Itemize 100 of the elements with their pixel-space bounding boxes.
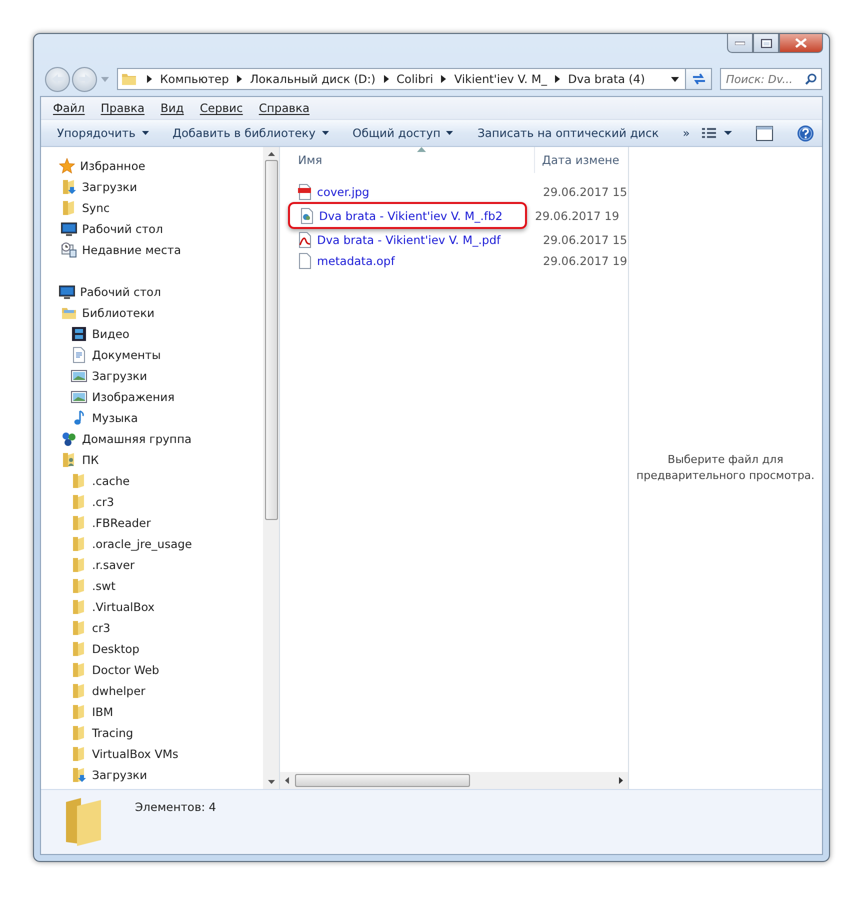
film-icon <box>71 326 87 342</box>
right-arrow-icon[interactable] <box>619 777 623 784</box>
navigation-item[interactable]: Desktop <box>92 642 140 656</box>
sort-arrow-icon <box>417 147 426 152</box>
picture-icon <box>71 368 87 384</box>
chevron-icon[interactable] <box>147 75 152 83</box>
navigation-item[interactable]: ПК <box>82 452 99 466</box>
right-arrow-icon <box>78 73 92 85</box>
file-item[interactable]: cover.jpg <box>280 181 535 202</box>
menu-item[interactable]: Вид <box>152 101 192 115</box>
caret-icon <box>446 131 454 135</box>
search-icon[interactable] <box>805 73 817 85</box>
minimize-button[interactable] <box>727 34 753 53</box>
navigation-item[interactable]: .cr3 <box>92 494 114 508</box>
navigation-item[interactable]: Tracing <box>92 726 134 740</box>
date-cell-text: 29.06.2017 15 <box>542 232 628 246</box>
folder-icon <box>63 796 103 846</box>
chevron-icon[interactable] <box>236 75 242 83</box>
down-arrow-icon[interactable] <box>268 780 274 784</box>
toolbar-button[interactable]: Добавить в библиотеку <box>160 122 341 144</box>
navigation-item[interactable]: cr3 <box>92 620 110 634</box>
more-button[interactable]: » <box>670 122 702 144</box>
maximize-icon <box>760 38 772 48</box>
navigation-item[interactable]: .oracle_jre_usage <box>92 536 192 550</box>
caret-icon[interactable] <box>671 76 679 82</box>
folder-icon <box>71 682 87 698</box>
navigation-item[interactable]: Документы <box>92 348 161 362</box>
navigation-item[interactable]: .cache <box>92 474 130 488</box>
navigation-item[interactable]: Doctor Web <box>92 662 160 676</box>
up-arrow-icon[interactable] <box>268 152 274 156</box>
scrollbar[interactable] <box>263 147 279 789</box>
preview-pane-icon[interactable] <box>756 126 773 140</box>
toolbar-button[interactable]: Записать на оптический диск <box>465 122 671 144</box>
view-icon[interactable] <box>702 128 732 138</box>
navigation-item[interactable]: VirtualBox VMs <box>92 746 178 760</box>
menu-item[interactable]: Справка <box>250 101 318 115</box>
chevron-icon[interactable] <box>555 75 560 83</box>
column-header[interactable]: Дата измене <box>535 153 620 167</box>
breadcrumb[interactable]: Локальный диск (D:) <box>250 72 376 86</box>
navigation-item[interactable]: .FBReader <box>92 516 151 530</box>
file-name[interactable]: cover.jpg <box>317 184 370 198</box>
address-field[interactable]: Компьютер Локальный диск (D:) Colibri Vikient'iev V. M_ Dva brata (4) <box>117 68 686 90</box>
folder-icon <box>71 556 87 572</box>
scrollbar[interactable] <box>280 772 628 789</box>
document-icon <box>71 346 87 362</box>
chevron-icon[interactable] <box>441 75 446 83</box>
folder-icon <box>71 746 87 762</box>
file-item[interactable]: Dva brata - Vikient'iev V. M_.pdf <box>280 229 535 250</box>
navigation-item[interactable]: Видео <box>92 326 130 340</box>
navigation-item[interactable]: Sync <box>82 200 110 214</box>
navigation-item[interactable]: Изображения <box>92 390 175 404</box>
search-field[interactable]: Поиск: Dv... <box>720 68 822 90</box>
navigation-item[interactable]: Избранное <box>80 158 146 172</box>
close-button[interactable] <box>779 34 823 53</box>
maximize-button[interactable] <box>753 34 779 53</box>
breadcrumb[interactable]: Dva brata (4) <box>568 72 645 86</box>
menu-item[interactable]: Правка <box>92 101 153 115</box>
navigation-item[interactable]: Библиотеки <box>82 306 155 320</box>
navigation-item[interactable]: Музыка <box>92 410 138 424</box>
breadcrumb[interactable]: Компьютер <box>160 72 229 86</box>
navigation-item[interactable]: Домашняя группа <box>82 432 192 446</box>
navigation-item[interactable]: Загрузки <box>92 368 148 382</box>
file-name[interactable]: metadata.opf <box>317 254 395 268</box>
chevron-icon[interactable] <box>384 75 389 83</box>
navigation-item[interactable]: .r.saver <box>92 558 135 572</box>
navigation-item[interactable]: Недавние места <box>82 242 182 256</box>
navigation-item[interactable]: Рабочий стол <box>82 222 163 236</box>
left-arrow-icon <box>50 73 64 85</box>
refresh-button[interactable] <box>686 68 712 90</box>
folder-icon <box>71 494 87 510</box>
left-arrow-icon[interactable] <box>285 777 289 784</box>
pdf-file-icon <box>298 232 312 248</box>
breadcrumb[interactable]: Vikient'iev V. M_ <box>454 72 548 86</box>
user-folder-icon <box>61 452 77 468</box>
file-item[interactable]: metadata.opf <box>280 250 535 271</box>
file-name[interactable]: Dva brata - Vikient'iev V. M_.fb2 <box>319 208 503 222</box>
navigation-item[interactable]: .swt <box>92 578 116 592</box>
folder-icon <box>71 620 87 636</box>
navigation-item[interactable]: Загрузки <box>92 768 148 782</box>
breadcrumb[interactable]: Colibri <box>396 72 434 86</box>
file-item[interactable]: Dva brata - Vikient'iev V. M_.fb2 <box>288 202 527 229</box>
item-count: Элементов: 4 <box>135 800 216 814</box>
navigation-item[interactable]: IBM <box>92 704 114 718</box>
navigation-item[interactable]: Загрузки <box>82 180 138 194</box>
toolbar-button[interactable]: Упорядочить <box>45 122 161 144</box>
minimize-icon <box>735 41 745 45</box>
folder-icon <box>71 536 87 552</box>
download-folder-icon <box>71 766 87 782</box>
navigation-item[interactable]: Рабочий стол <box>80 284 161 298</box>
folder-icon <box>71 514 87 530</box>
help-icon[interactable] <box>796 124 814 142</box>
toolbar-button[interactable]: Общий доступ <box>340 122 466 144</box>
refresh-icon <box>690 72 706 86</box>
file-name[interactable]: Dva brata - Vikient'iev V. M_.pdf <box>317 232 501 246</box>
navigation-item[interactable]: dwhelper <box>92 684 146 698</box>
menu-item[interactable]: Файл <box>45 101 93 115</box>
book-file-icon <box>300 208 314 224</box>
folder-icon <box>61 200 77 216</box>
menu-item[interactable]: Сервис <box>192 101 251 115</box>
navigation-item[interactable]: .VirtualBox <box>92 600 155 614</box>
